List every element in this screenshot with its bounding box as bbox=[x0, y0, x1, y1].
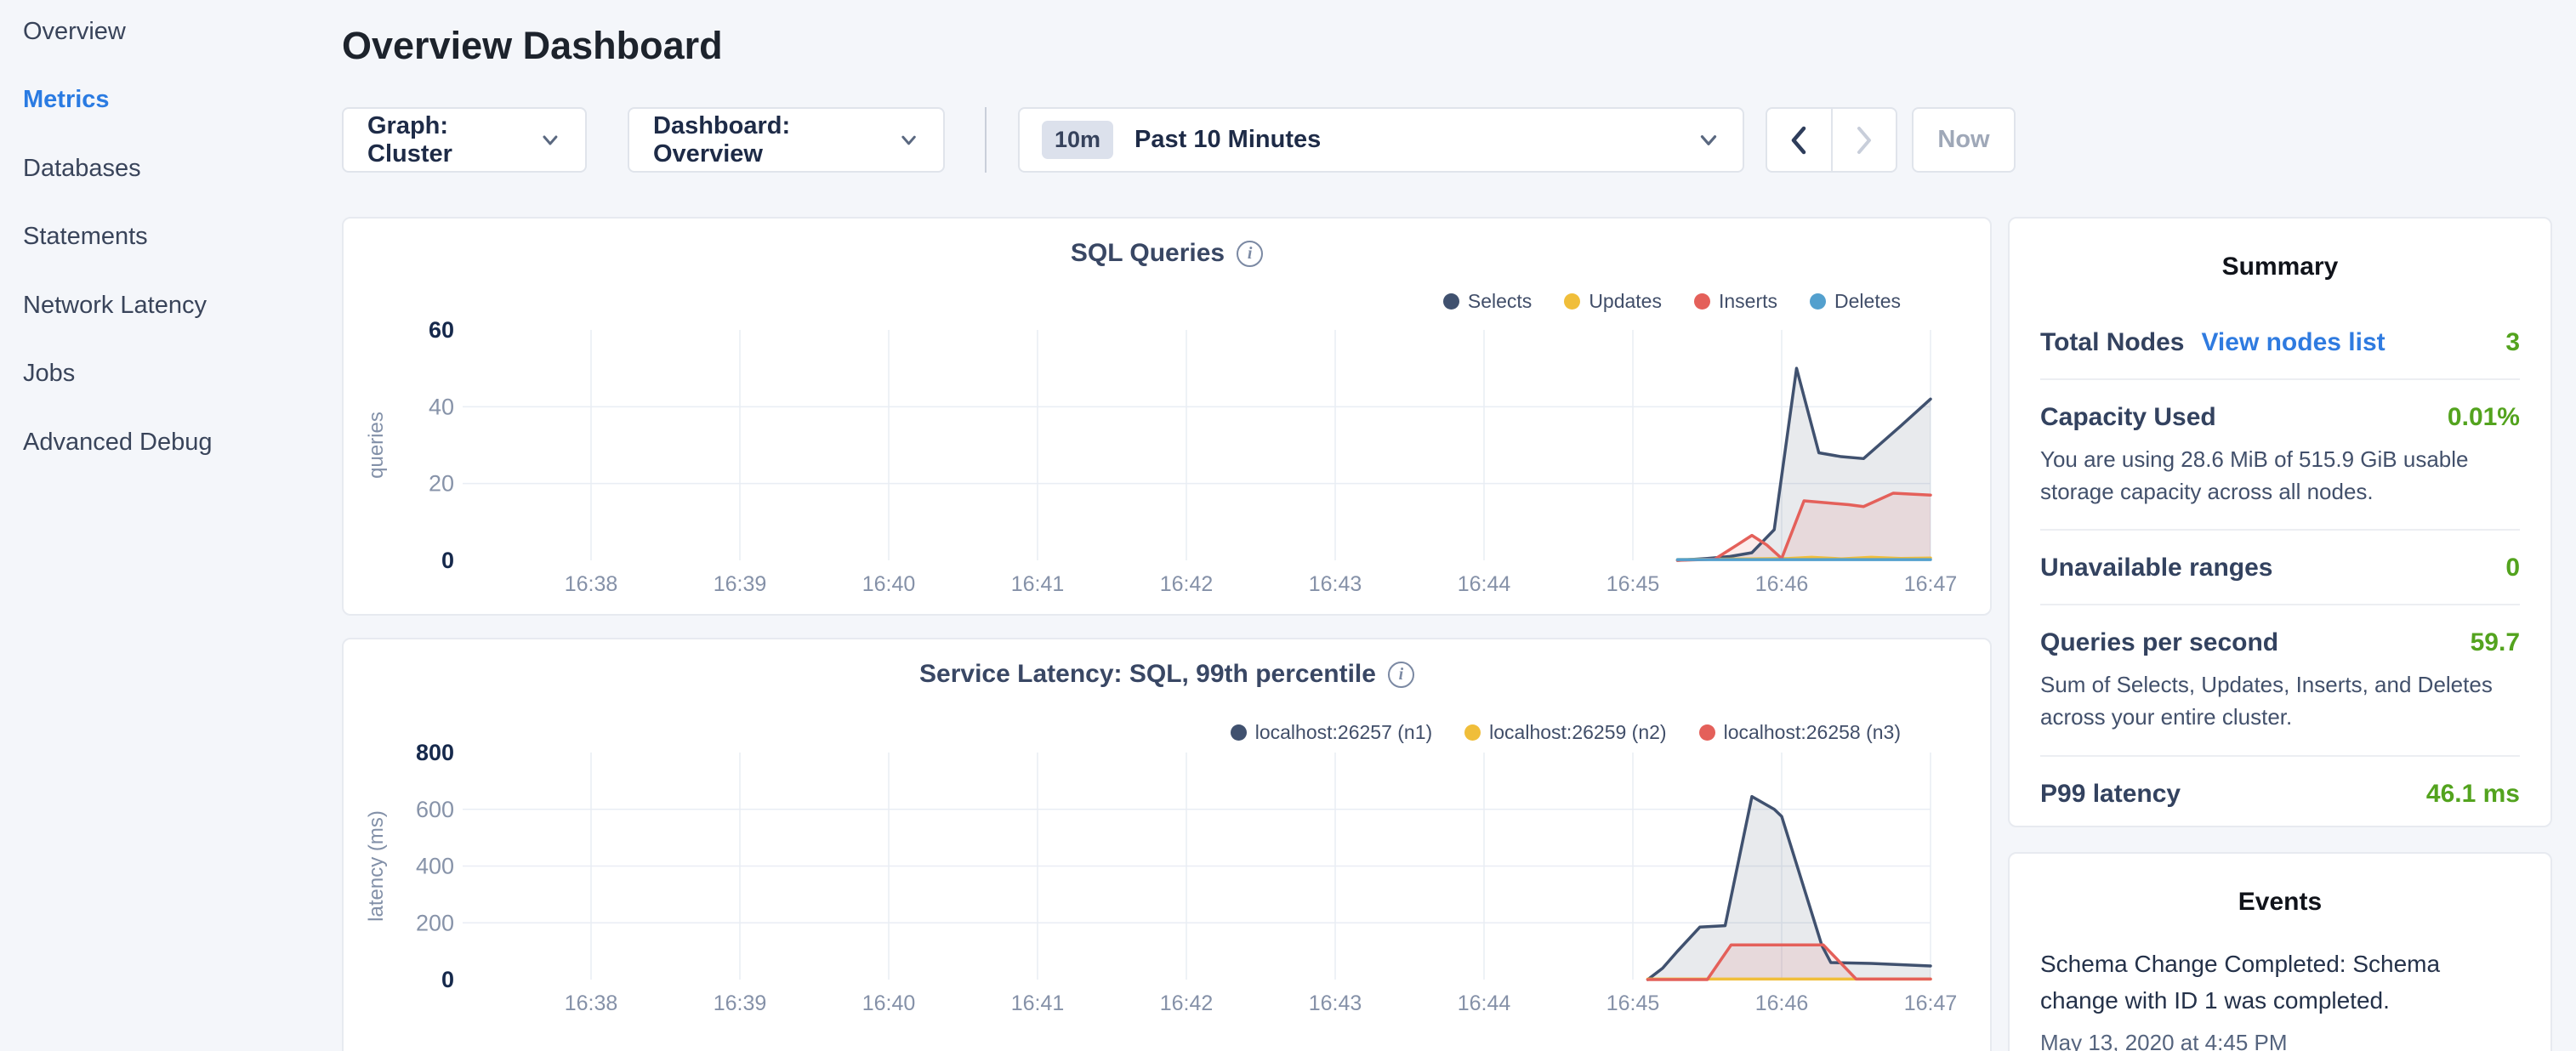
sql-queries-chart-card: SQL Queries i SelectsUpdatesInsertsDelet… bbox=[342, 217, 1992, 616]
summary-row-value: 0.01% bbox=[2448, 403, 2520, 432]
svg-text:16:42: 16:42 bbox=[1160, 991, 1214, 1015]
time-step-buttons bbox=[1766, 107, 1897, 173]
svg-text:16:46: 16:46 bbox=[1755, 572, 1809, 596]
svg-text:16:43: 16:43 bbox=[1309, 991, 1362, 1015]
summary-row: Unavailable ranges 0 bbox=[2040, 531, 2520, 605]
svg-text:0: 0 bbox=[441, 967, 454, 992]
controls-divider bbox=[985, 107, 987, 173]
sidebar: OverviewMetricsDatabasesStatementsNetwor… bbox=[0, 0, 320, 1051]
summary-row-value: 3 bbox=[2505, 328, 2520, 357]
time-range-badge: 10m bbox=[1042, 121, 1113, 159]
svg-text:16:44: 16:44 bbox=[1458, 572, 1511, 596]
svg-text:60: 60 bbox=[429, 317, 454, 343]
svg-text:0: 0 bbox=[441, 548, 454, 573]
sidebar-item-overview[interactable]: Overview bbox=[0, 0, 320, 66]
svg-text:16:47: 16:47 bbox=[1904, 991, 1958, 1015]
summary-row-description: Sum of Selects, Updates, Inserts, and De… bbox=[2040, 669, 2520, 733]
info-icon[interactable]: i bbox=[1237, 241, 1263, 267]
chevron-left-icon bbox=[1789, 125, 1808, 156]
sidebar-item-databases[interactable]: Databases bbox=[0, 134, 320, 203]
svg-text:16:46: 16:46 bbox=[1755, 991, 1809, 1015]
svg-text:16:38: 16:38 bbox=[565, 991, 618, 1015]
sidebar-item-advanced-debug[interactable]: Advanced Debug bbox=[0, 408, 320, 477]
svg-text:16:40: 16:40 bbox=[862, 991, 916, 1015]
svg-text:20: 20 bbox=[429, 471, 454, 497]
svg-text:latency (ms): latency (ms) bbox=[365, 810, 388, 922]
summary-row-label: Total Nodes bbox=[2040, 328, 2184, 357]
svg-text:16:40: 16:40 bbox=[862, 572, 916, 596]
time-step-forward-button[interactable] bbox=[1833, 109, 1896, 171]
service-latency-chart-card: Service Latency: SQL, 99th percentile i … bbox=[342, 638, 1992, 1051]
sql-queries-chart-title: SQL Queries bbox=[1071, 239, 1225, 268]
summary-row-value: 59.7 bbox=[2471, 628, 2520, 657]
metrics-page: OverviewMetricsDatabasesStatementsNetwor… bbox=[0, 0, 2576, 1051]
page-title: Overview Dashboard bbox=[342, 22, 723, 70]
summary-row-value: 46.1 ms bbox=[2426, 780, 2520, 809]
sql-queries-chart[interactable]: 16:38 16:39 16:40 16:41 16:42 16:43 16:44 16:45… bbox=[344, 308, 1993, 605]
summary-row: Queries per second 59.7 Sum of Selects, Up… bbox=[2040, 605, 2520, 756]
sidebar-item-metrics[interactable]: Metrics bbox=[0, 66, 320, 135]
time-range-selector[interactable]: 10m Past 10 Minutes bbox=[1018, 107, 1744, 173]
events-panel: Events Schema Change Completed: Schema c… bbox=[2008, 852, 2552, 1051]
svg-text:800: 800 bbox=[416, 740, 454, 765]
service-latency-chart-title: Service Latency: SQL, 99th percentile bbox=[919, 660, 1376, 689]
summary-row-label: Queries per second bbox=[2040, 628, 2278, 657]
dashboard-dropdown[interactable]: Dashboard: Overview bbox=[628, 107, 945, 173]
svg-text:16:41: 16:41 bbox=[1011, 991, 1065, 1015]
chevron-down-icon bbox=[898, 129, 919, 151]
events-panel-title: Events bbox=[2040, 888, 2520, 917]
summary-row: Total Nodes View nodes list 3 bbox=[2040, 305, 2520, 380]
info-icon[interactable]: i bbox=[1388, 662, 1414, 688]
svg-text:16:39: 16:39 bbox=[714, 572, 767, 596]
sidebar-item-statements[interactable]: Statements bbox=[0, 203, 320, 272]
svg-text:16:39: 16:39 bbox=[714, 991, 767, 1015]
chevron-right-icon bbox=[1855, 125, 1874, 156]
svg-text:16:45: 16:45 bbox=[1606, 991, 1660, 1015]
svg-text:400: 400 bbox=[416, 854, 454, 879]
summary-row-label: Capacity Used bbox=[2040, 403, 2216, 432]
summary-row: Capacity Used 0.01% You are using 28.6 MiB… bbox=[2040, 380, 2520, 531]
controls-row: Graph: Cluster Dashboard: Overview 10m P… bbox=[342, 107, 2016, 173]
summary-rows: Total Nodes View nodes list 3 Capacity Used… bbox=[2040, 305, 2520, 830]
svg-text:16:38: 16:38 bbox=[565, 572, 618, 596]
svg-text:200: 200 bbox=[416, 910, 454, 935]
summary-row-label: Unavailable ranges bbox=[2040, 554, 2272, 582]
time-step-back-button[interactable] bbox=[1767, 109, 1833, 171]
service-latency-chart[interactable]: 16:38 16:39 16:40 16:41 16:42 16:43 16:44 16:45… bbox=[344, 724, 1993, 1031]
summary-row-label: P99 latency bbox=[2040, 780, 2181, 809]
svg-text:600: 600 bbox=[416, 797, 454, 822]
summary-panel-title: Summary bbox=[2040, 253, 2520, 281]
summary-row: P99 latency 46.1 ms bbox=[2040, 757, 2520, 830]
dashboard-dropdown-label: Dashboard: Overview bbox=[653, 112, 898, 168]
summary-panel: Summary Total Nodes View nodes list 3 Capac… bbox=[2008, 217, 2552, 827]
svg-text:16:45: 16:45 bbox=[1606, 572, 1660, 596]
chart-title-row: SQL Queries i bbox=[344, 239, 1990, 268]
svg-text:16:41: 16:41 bbox=[1011, 572, 1065, 596]
chevron-down-icon bbox=[539, 129, 561, 151]
svg-text:16:43: 16:43 bbox=[1309, 572, 1362, 596]
view-nodes-list-link[interactable]: View nodes list bbox=[2201, 328, 2385, 357]
summary-row-description: You are using 28.6 MiB of 515.9 GiB usab… bbox=[2040, 444, 2520, 508]
svg-text:16:47: 16:47 bbox=[1904, 572, 1958, 596]
event-item: Schema Change Completed: Schema change w… bbox=[2040, 946, 2520, 1051]
time-range-label: Past 10 Minutes bbox=[1134, 126, 1321, 154]
graph-scope-dropdown-label: Graph: Cluster bbox=[367, 112, 539, 168]
svg-text:16:42: 16:42 bbox=[1160, 572, 1214, 596]
sidebar-item-jobs[interactable]: Jobs bbox=[0, 340, 320, 409]
svg-text:40: 40 bbox=[429, 394, 454, 419]
chevron-down-icon bbox=[1697, 128, 1720, 152]
graph-scope-dropdown[interactable]: Graph: Cluster bbox=[342, 107, 587, 173]
summary-row-value: 0 bbox=[2505, 554, 2520, 582]
events-list: Schema Change Completed: Schema change w… bbox=[2040, 946, 2520, 1051]
svg-text:16:44: 16:44 bbox=[1458, 991, 1511, 1015]
now-button[interactable]: Now bbox=[1912, 107, 2016, 173]
sidebar-item-network-latency[interactable]: Network Latency bbox=[0, 271, 320, 340]
event-timestamp: May 13, 2020 at 4:45 PM bbox=[2040, 1030, 2520, 1051]
event-text: Schema Change Completed: Schema change w… bbox=[2040, 946, 2520, 1020]
now-button-label: Now bbox=[1937, 126, 1989, 154]
chart-title-row: Service Latency: SQL, 99th percentile i bbox=[344, 660, 1990, 689]
svg-text:queries: queries bbox=[365, 412, 388, 479]
sidebar-nav-list: OverviewMetricsDatabasesStatementsNetwor… bbox=[0, 0, 320, 477]
